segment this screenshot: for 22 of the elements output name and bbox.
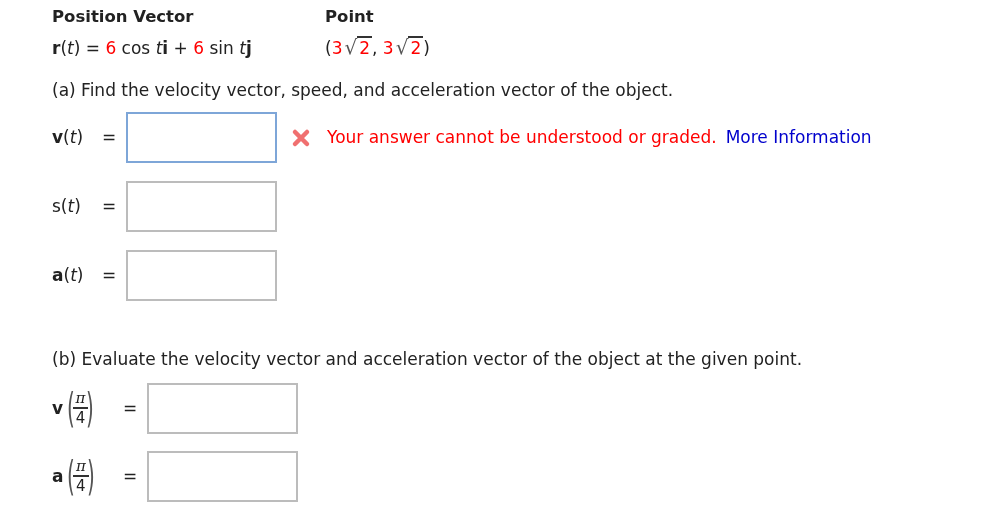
question-text: (b) Evaluate the velocity vector and acceleration vector of the object at the given point. — [52, 348, 804, 372]
equals-sign: = — [102, 126, 118, 149]
column-heading: Point — [325, 6, 374, 28]
equals-sign: = — [102, 195, 118, 218]
variable-label: a(t) — [52, 264, 85, 287]
answer-field[interactable] — [147, 382, 298, 434]
variable-label: v(t) — [52, 126, 85, 149]
equals-sign: = — [123, 396, 139, 420]
equals-sign: = — [123, 464, 139, 488]
more-information-link[interactable]: More Information — [725, 125, 872, 151]
point-coordinates: (3√2, 3√2) — [325, 36, 430, 62]
column-heading: Position Vector — [52, 6, 195, 28]
error-x-icon — [291, 127, 311, 148]
answer-field[interactable] — [126, 112, 277, 164]
question-text: (a) Find the velocity vector, speed, and acceleration vector of the object. — [52, 78, 675, 102]
variable-label: s(t) — [52, 195, 82, 218]
answer-field[interactable] — [126, 250, 277, 302]
error-message: Your answer cannot be understood or graded. — [327, 126, 717, 149]
answer-field[interactable] — [126, 181, 277, 233]
answer-field[interactable] — [147, 450, 298, 502]
position-vector-formula: r(t) = 6 cos ti + 6 sin tj — [52, 37, 253, 61]
equals-sign: = — [102, 264, 118, 287]
